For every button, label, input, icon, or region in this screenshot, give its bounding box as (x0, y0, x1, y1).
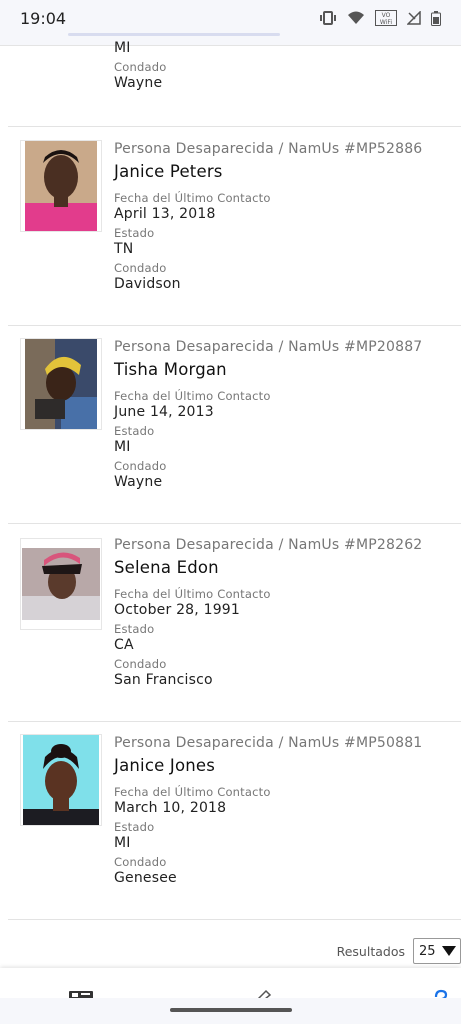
status-time: 19:04 (20, 8, 67, 28)
state-value: MI (114, 40, 131, 56)
header-edge (0, 36, 461, 46)
last-contact-value: June 14, 2013 (114, 404, 214, 420)
battery-icon (431, 10, 441, 26)
state-value: MI (114, 835, 131, 851)
state-value: CA (114, 637, 134, 653)
list-item[interactable]: Persona Desaparecida / NamUs #MP28262 Se… (0, 524, 461, 722)
county-label: Condado (114, 459, 167, 473)
divider (8, 919, 461, 920)
bottom-nav (0, 968, 461, 1004)
last-contact-value: April 13, 2018 (114, 206, 216, 222)
list-item[interactable]: Persona Desaparecida / NamUs #MP50881 Ja… (0, 722, 461, 920)
svg-text:WiFi: WiFi (380, 19, 392, 26)
last-contact-value: October 28, 1991 (114, 602, 241, 618)
list-item[interactable]: MI Condado Wayne (0, 40, 461, 126)
county-label: Condado (114, 657, 167, 671)
county-label: Condado (114, 60, 167, 74)
results-per-page: Resultados 25 (337, 938, 461, 964)
vowifi-icon: VO WiFi (375, 10, 397, 26)
case-number: Persona Desaparecida / NamUs #MP28262 (114, 537, 423, 553)
divider (8, 126, 461, 127)
person-photo[interactable] (20, 338, 102, 430)
person-photo[interactable] (20, 538, 102, 630)
state-label: Estado (114, 424, 155, 438)
case-number: Persona Desaparecida / NamUs #MP52886 (114, 141, 423, 157)
last-contact-label: Fecha del Último Contacto (114, 191, 271, 205)
case-number: Persona Desaparecida / NamUs #MP20887 (114, 339, 423, 355)
state-value: TN (114, 241, 134, 257)
no-signal-icon (407, 11, 421, 25)
case-number: Persona Desaparecida / NamUs #MP50881 (114, 735, 423, 751)
county-value: Wayne (114, 474, 163, 490)
last-contact-label: Fecha del Último Contacto (114, 587, 271, 601)
county-value: Wayne (114, 75, 163, 91)
state-label: Estado (114, 226, 155, 240)
gesture-handle[interactable] (170, 1008, 292, 1012)
county-value: San Francisco (114, 672, 213, 688)
dropdown-arrow-icon (442, 946, 456, 956)
county-value: Genesee (114, 870, 177, 886)
last-contact-value: March 10, 2018 (114, 800, 227, 816)
state-label: Estado (114, 820, 155, 834)
wifi-icon (347, 11, 365, 25)
person-photo[interactable] (20, 140, 102, 232)
svg-text:VO: VO (382, 12, 391, 19)
county-value: Davidson (114, 276, 181, 292)
vibrate-icon (319, 11, 337, 25)
person-photo[interactable] (20, 734, 102, 826)
person-name[interactable]: Janice Jones (114, 756, 422, 775)
list-item[interactable]: Persona Desaparecida / NamUs #MP52886 Ja… (0, 128, 461, 326)
results-select[interactable]: 25 (413, 938, 461, 964)
results-label: Resultados (336, 943, 405, 959)
state-value: MI (114, 439, 131, 455)
status-icons: VO WiFi (319, 10, 441, 26)
last-contact-label: Fecha del Último Contacto (114, 785, 271, 799)
state-label: Estado (114, 622, 155, 636)
person-name[interactable]: Tisha Morgan (114, 360, 422, 379)
results-value: 25 (419, 943, 436, 959)
last-contact-label: Fecha del Último Contacto (114, 389, 271, 403)
status-bar: 19:04 VO WiFi (0, 0, 461, 36)
county-label: Condado (114, 261, 167, 275)
county-label: Condado (114, 855, 167, 869)
list-item[interactable]: Persona Desaparecida / NamUs #MP20887 Ti… (0, 326, 461, 524)
person-name[interactable]: Janice Peters (114, 162, 422, 181)
person-name[interactable]: Selena Edon (114, 558, 422, 577)
